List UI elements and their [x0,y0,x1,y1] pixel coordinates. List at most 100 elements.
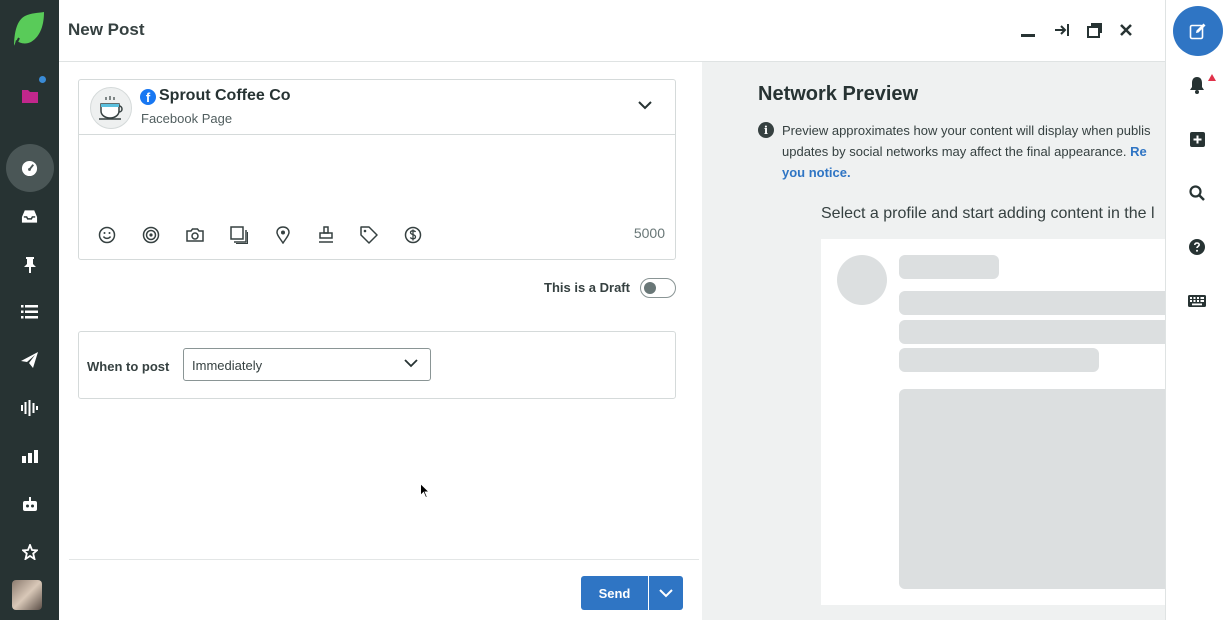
skeleton-line [899,255,999,279]
skeleton-line [899,320,1165,344]
nav-favorites[interactable] [0,532,59,572]
chevron-down-icon [404,359,418,368]
pin-icon [23,256,36,273]
folder-icon [21,90,38,103]
coffee-cup-icon [99,96,123,120]
location-button[interactable] [272,224,294,246]
stamp-icon [319,226,333,243]
right-rail [1165,0,1226,620]
info-line-1: Preview approximates how your content wi… [782,123,1151,138]
listening-icon [21,400,38,416]
help-button[interactable] [1186,236,1208,258]
chevron-down-icon [659,588,673,597]
target-button[interactable] [140,224,162,246]
nav-dashboard[interactable] [0,144,59,192]
send-options-button[interactable] [649,576,683,610]
character-count: 5000 [633,225,665,241]
compose-button[interactable] [1173,6,1223,56]
popout-button[interactable] [1085,20,1105,40]
preview-info: Preview approximates how your content wi… [782,120,1165,183]
skeleton-avatar [837,255,887,305]
tag-button[interactable] [358,224,380,246]
page-title: New Post [68,20,145,39]
payment-button[interactable] [402,224,424,246]
skeleton-media [899,389,1165,589]
compose-icon [1189,23,1206,40]
search-icon [1189,185,1205,201]
add-button[interactable] [1186,128,1208,150]
camera-icon [186,228,204,242]
scheduling-section: When to post Immediately [78,331,676,399]
bot-icon [22,496,37,511]
help-icon [1189,239,1205,255]
keyboard-shortcuts-button[interactable] [1186,290,1208,312]
left-nav [0,0,59,620]
report-link[interactable]: Re [1130,144,1147,159]
close-icon [1120,24,1132,36]
location-icon [276,226,290,244]
send-icon [21,352,38,368]
inbox-icon [21,209,38,223]
report-link-cont[interactable]: you notice. [782,165,851,180]
preview-prompt: Select a profile and start adding conten… [821,205,1155,222]
message-textarea[interactable] [79,136,675,218]
nav-listening[interactable] [0,388,59,428]
footer-divider [69,559,699,560]
nav-reports[interactable] [0,436,59,476]
keyboard-icon [1188,295,1206,307]
popout-icon [1087,23,1102,38]
draft-label: This is a Draft [544,280,630,295]
close-button[interactable] [1116,20,1136,40]
stamp-button[interactable] [315,224,337,246]
nav-inbox[interactable] [0,196,59,236]
sprout-logo[interactable] [11,12,45,48]
profile-selector[interactable]: f Sprout Coffee Co Facebook Page [79,80,675,135]
photo-button[interactable] [184,224,206,246]
message-box: f Sprout Coffee Co Facebook Page 5000 [78,79,676,260]
nav-folder[interactable] [0,76,59,116]
nav-bots[interactable] [0,484,59,524]
compose-header: New Post [59,0,1165,62]
send-button[interactable]: Send [581,576,648,610]
user-avatar[interactable] [12,580,42,610]
emoji-icon [98,226,116,244]
chevron-down-icon[interactable] [637,100,653,110]
app-root: New Post f Sprout Coffee Co Facebook Pag… [0,0,1226,620]
network-preview-panel: Network Preview i Preview approximates h… [702,62,1165,620]
when-to-post-value: Immediately [192,358,263,373]
target-icon [142,226,160,244]
info-line-2: updates by social networks may affect th… [782,141,1165,162]
notification-badge [1208,74,1216,81]
profile-avatar [90,87,132,129]
plus-square-icon [1189,131,1205,147]
nav-pin[interactable] [0,244,59,284]
preview-skeleton-card [821,239,1165,605]
when-to-post-select[interactable]: Immediately [183,348,431,381]
dollar-icon [404,226,422,244]
nav-list[interactable] [0,292,59,332]
nav-publishing[interactable] [0,340,59,380]
collapse-right-icon [1055,24,1069,36]
notifications-button[interactable] [1186,74,1208,96]
composer-panel: f Sprout Coffee Co Facebook Page 5000 Th… [59,62,702,620]
gallery-button[interactable] [228,224,250,246]
tag-icon [360,226,378,244]
toggle-knob [644,282,656,294]
search-button[interactable] [1186,182,1208,204]
unread-dot [39,76,46,83]
emoji-button[interactable] [96,224,118,246]
collapse-button[interactable] [1052,20,1072,40]
bell-icon [1190,77,1204,94]
when-to-post-label: When to post [87,359,170,374]
info-line-3: you notice. [782,162,1165,183]
star-icon [21,544,38,560]
facebook-icon: f [140,89,156,105]
draft-toggle[interactable] [640,278,676,298]
info-line-2-text: updates by social networks may affect th… [782,144,1131,159]
skeleton-line [899,348,1099,372]
preview-title: Network Preview [758,83,919,105]
profile-name: Sprout Coffee Co [159,87,291,104]
minimize-button[interactable] [1018,20,1038,40]
gallery-icon [230,226,248,244]
profile-type: Facebook Page [141,111,233,126]
